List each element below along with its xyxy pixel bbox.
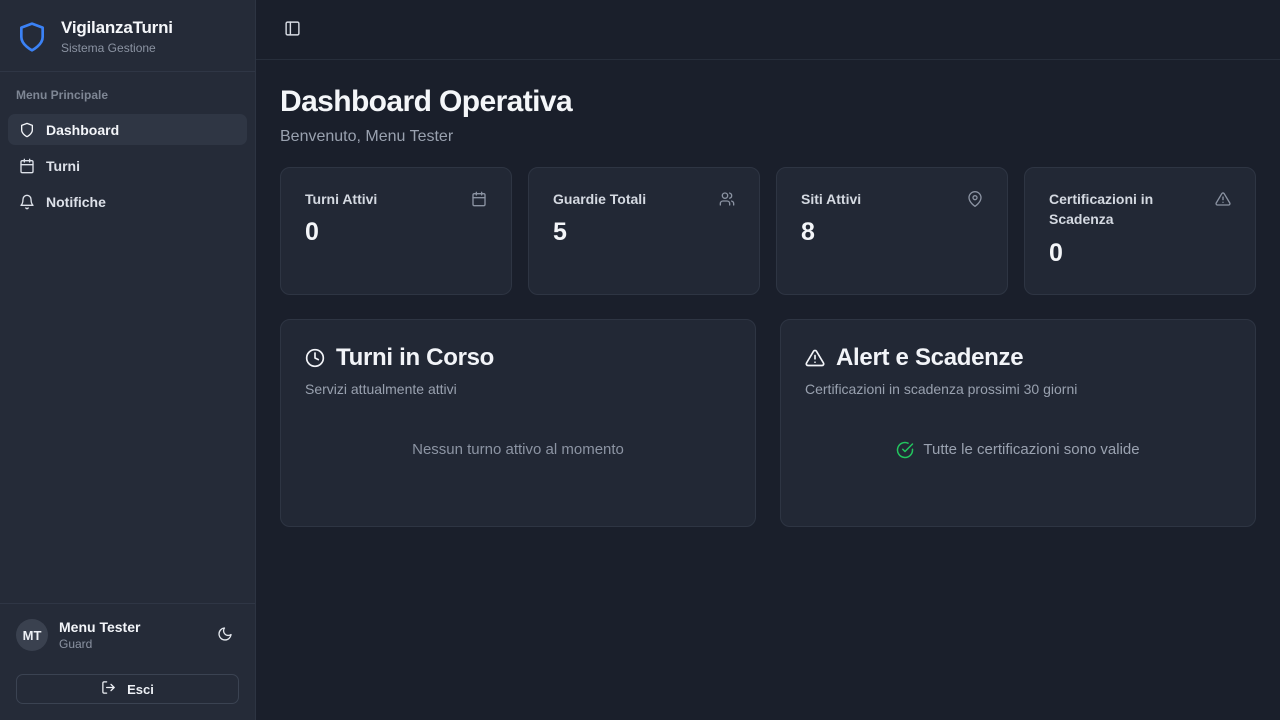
stat-card-certificazioni: Certificazioni in Scadenza 0 xyxy=(1024,167,1256,295)
sidebar-toggle-button[interactable] xyxy=(278,16,306,44)
panel-title: Alert e Scadenze xyxy=(836,344,1023,372)
certifications-valid-row: Tutte le certificazioni sono valide xyxy=(896,441,1139,459)
stat-value: 0 xyxy=(1049,239,1231,268)
user-role: Guard xyxy=(59,637,140,651)
app-title-block: VigilanzaTurni Sistema Gestione xyxy=(61,18,173,55)
stat-card-siti-attivi: Siti Attivi 8 xyxy=(776,167,1008,295)
stat-label: Turni Attivi xyxy=(305,189,377,209)
sidebar-nav: Menu Principale Dashboard Turni Notifich… xyxy=(0,72,255,603)
panel-turni-in-corso: Turni in Corso Servizi attualmente attiv… xyxy=(280,319,756,527)
panel-title: Turni in Corso xyxy=(336,344,494,372)
users-icon xyxy=(719,191,735,207)
stat-card-turni-attivi: Turni Attivi 0 xyxy=(280,167,512,295)
stat-label: Guardie Totali xyxy=(553,189,646,209)
page-content: Dashboard Operativa Benvenuto, Menu Test… xyxy=(256,60,1280,551)
panel-alert-scadenze: Alert e Scadenze Certificazioni in scade… xyxy=(780,319,1256,527)
avatar: MT xyxy=(16,619,48,651)
stats-grid: Turni Attivi 0 Guardie Totali 5 Siti Att… xyxy=(280,167,1256,295)
user-meta: Menu Tester Guard xyxy=(59,619,140,651)
check-circle-icon xyxy=(896,441,914,459)
logout-button[interactable]: Esci xyxy=(16,674,239,704)
stat-value: 0 xyxy=(305,218,487,247)
calendar-icon xyxy=(471,191,487,207)
panel-subtitle: Servizi attualmente attivi xyxy=(305,381,731,397)
sidebar-item-turni[interactable]: Turni xyxy=(8,150,247,181)
user-row: MT Menu Tester Guard xyxy=(16,619,239,651)
sidebar-item-notifiche[interactable]: Notifiche xyxy=(8,186,247,217)
page-title: Dashboard Operativa xyxy=(280,84,1256,120)
stat-label: Certificazioni in Scadenza xyxy=(1049,189,1205,230)
stat-label: Siti Attivi xyxy=(801,189,861,209)
alert-triangle-icon xyxy=(1215,191,1231,207)
sidebar-header: VigilanzaTurni Sistema Gestione xyxy=(0,0,255,72)
logout-label: Esci xyxy=(127,682,154,697)
sidebar: VigilanzaTurni Sistema Gestione Menu Pri… xyxy=(0,0,256,720)
main-area: Dashboard Operativa Benvenuto, Menu Test… xyxy=(256,0,1280,720)
sidebar-item-label: Turni xyxy=(46,158,80,174)
shield-icon xyxy=(19,122,35,138)
sidebar-item-label: Notifiche xyxy=(46,194,106,210)
nav-section-label: Menu Principale xyxy=(8,88,247,114)
panel-subtitle: Certificazioni in scadenza prossimi 30 g… xyxy=(805,381,1231,397)
stat-card-guardie-totali: Guardie Totali 5 xyxy=(528,167,760,295)
alert-triangle-icon xyxy=(805,348,825,368)
topbar xyxy=(256,0,1280,60)
welcome-text: Benvenuto, Menu Tester xyxy=(280,128,1256,146)
clock-icon xyxy=(305,348,325,368)
stat-value: 8 xyxy=(801,218,983,247)
map-pin-icon xyxy=(967,191,983,207)
user-name: Menu Tester xyxy=(59,619,140,635)
app-window: VigilanzaTurni Sistema Gestione Menu Pri… xyxy=(0,0,1280,720)
empty-state-text: Nessun turno attivo al momento xyxy=(412,441,624,458)
stat-value: 5 xyxy=(553,218,735,247)
logout-icon xyxy=(101,680,116,698)
calendar-icon xyxy=(19,158,35,174)
app-title: VigilanzaTurni xyxy=(61,18,173,38)
panels-grid: Turni in Corso Servizi attualmente attiv… xyxy=(280,319,1256,527)
bell-icon xyxy=(19,194,35,210)
sidebar-footer: MT Menu Tester Guard Esci xyxy=(0,603,255,720)
panel-left-icon xyxy=(284,20,301,40)
moon-icon xyxy=(217,626,233,645)
status-text: Tutte le certificazioni sono valide xyxy=(923,441,1139,458)
sidebar-item-label: Dashboard xyxy=(46,122,119,138)
theme-toggle-button[interactable] xyxy=(211,621,239,649)
shield-logo-icon xyxy=(16,21,48,53)
sidebar-item-dashboard[interactable]: Dashboard xyxy=(8,114,247,145)
app-subtitle: Sistema Gestione xyxy=(61,41,173,55)
